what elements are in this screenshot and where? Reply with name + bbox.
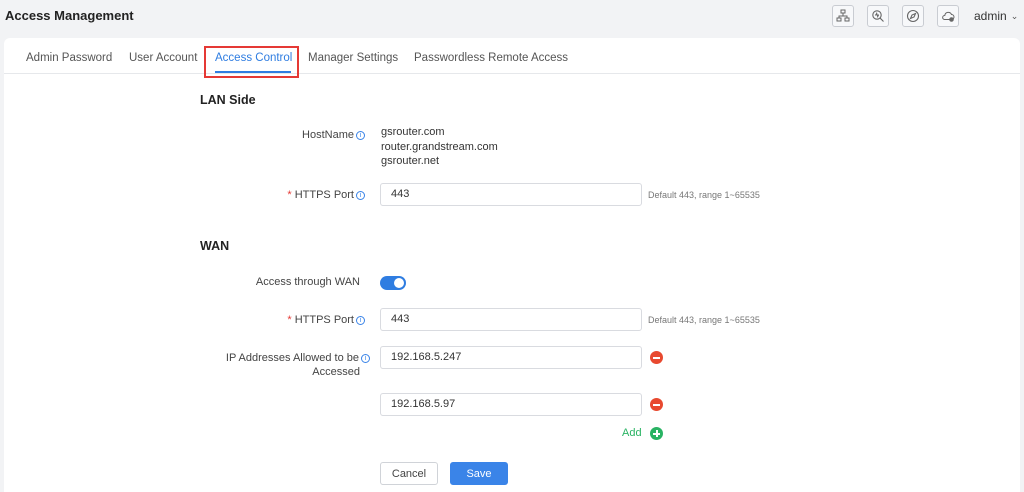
lan-https-port-label-text: HTTPS Port [294,189,354,201]
cloud-icon[interactable] [937,5,959,27]
username: admin [974,9,1007,23]
toggle-knob [394,278,404,288]
hostname-label-text: HostName [302,129,354,141]
ip-address-input[interactable]: 192.168.5.97 [380,393,642,416]
required-mark: * [287,314,292,326]
wan-https-port-hint: Default 443, range 1~65535 [648,315,760,325]
ip-allowed-label: IP Addresses Allowed to be i [226,352,370,364]
page-title: Access Management [5,8,134,23]
remove-icon[interactable] [650,351,663,364]
lan-https-port-label: * HTTPS Port i [287,189,365,201]
user-menu[interactable]: admin ⌄ [974,9,1018,23]
remove-icon[interactable] [650,398,663,411]
info-icon[interactable]: i [356,316,365,325]
hostname-label: HostName i [302,129,365,141]
chevron-down-icon: ⌄ [1010,10,1019,21]
ip-address-input[interactable]: 192.168.5.247 [380,346,642,369]
hostname-value: gsrouter.com [381,126,445,138]
tab-bar: Admin Password User Account Access Contr… [4,38,1020,78]
add-icon[interactable] [650,427,663,440]
ip-allowed-label-line1: IP Addresses Allowed to be [225,352,359,364]
ip-allowed-label-line2: Accessed [312,366,360,378]
search-diagnose-icon[interactable] [867,5,889,27]
access-through-wan-toggle[interactable] [380,276,406,290]
hostname-value: gsrouter.net [381,155,440,167]
add-ip-link[interactable]: Add [622,427,642,439]
lan-section-title: LAN Side [200,93,256,107]
save-button[interactable]: Save [450,462,508,485]
content-card: Admin Password User Account Access Contr… [4,38,1020,492]
tab-user-account[interactable]: User Account [129,52,197,64]
info-icon[interactable]: i [356,191,365,200]
lan-https-port-hint: Default 443, range 1~65535 [648,190,760,200]
wan-https-port-label-text: HTTPS Port [294,314,354,326]
wan-https-port-input[interactable]: 443 [380,308,642,331]
cancel-button[interactable]: Cancel [380,462,438,485]
tab-admin-password[interactable]: Admin Password [26,52,112,64]
info-icon[interactable]: i [356,131,365,140]
hostname-value: router.grandstream.com [381,141,498,153]
tab-manager-settings[interactable]: Manager Settings [308,52,398,64]
wan-section-title: WAN [200,239,230,253]
info-icon[interactable]: i [361,354,370,363]
required-mark: * [287,189,292,201]
highlight-box [204,46,299,78]
access-through-wan-label: Access through WAN [255,276,360,288]
compass-icon[interactable] [902,5,924,27]
network-topology-icon[interactable] [832,5,854,27]
lan-https-port-input[interactable]: 443 [380,183,642,206]
top-bar: Access Management admin ⌄ [0,0,1024,34]
wan-https-port-label: * HTTPS Port i [287,314,365,326]
tab-passwordless-remote-access[interactable]: Passwordless Remote Access [414,52,568,64]
